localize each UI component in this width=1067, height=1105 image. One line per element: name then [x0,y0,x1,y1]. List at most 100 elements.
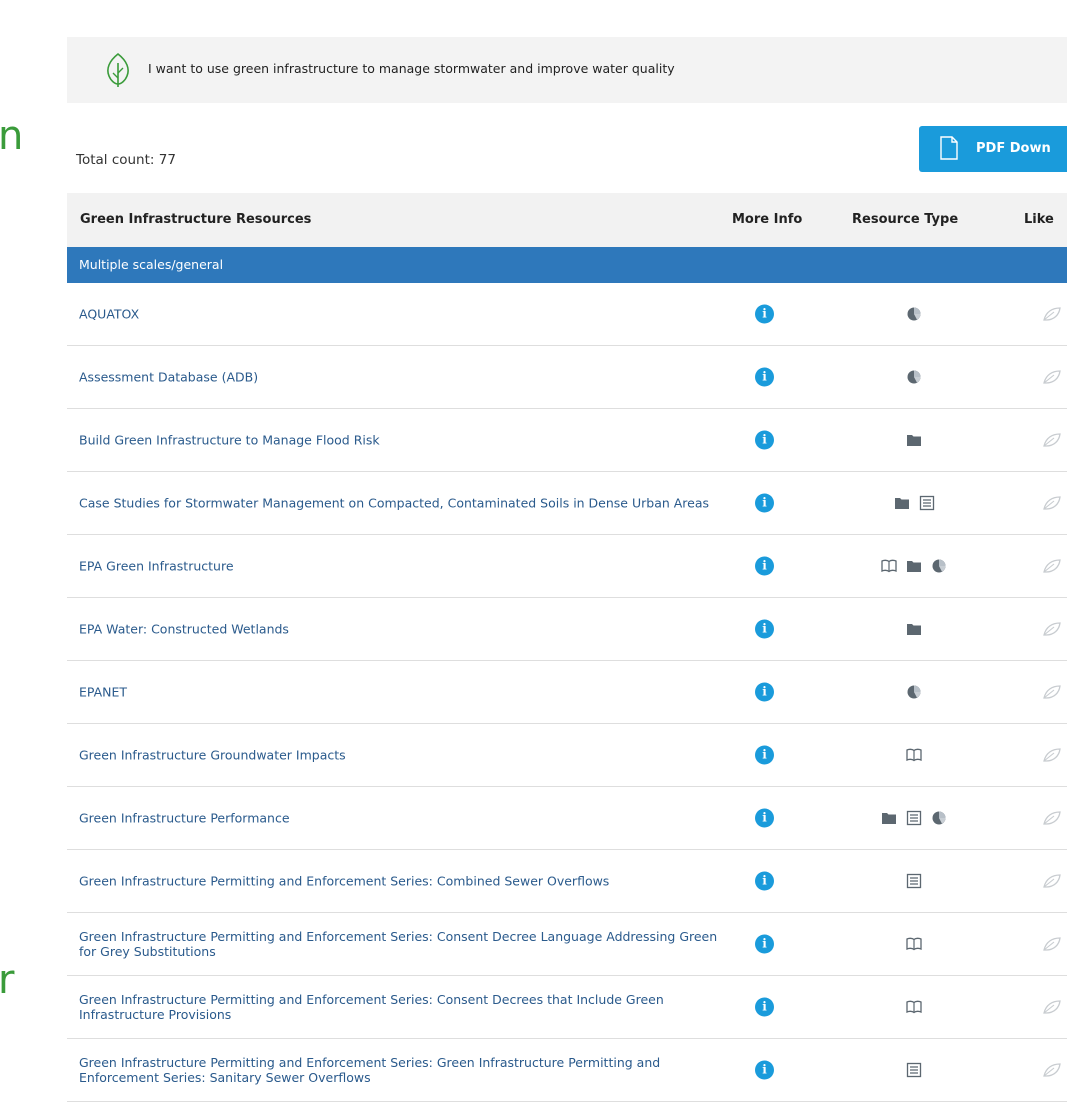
header-more-info: More Info [732,212,803,227]
pdf-download-button[interactable]: PDF Down [919,126,1067,172]
resource-type-icons [829,810,999,826]
resources-table: Green Infrastructure Resources More Info… [67,193,1067,1102]
like-leaf-icon[interactable] [1042,936,1062,952]
resource-type-icons [829,684,999,700]
like-leaf-icon[interactable] [1042,1062,1062,1078]
info-icon[interactable]: i [755,808,774,828]
goal-banner: I want to use green infrastructure to ma… [67,37,1067,103]
like-leaf-icon[interactable] [1042,621,1062,637]
model-icon [907,685,921,699]
like-leaf-icon[interactable] [1042,999,1062,1015]
table-row: Green Infrastructure Permitting and Enfo… [67,976,1067,1039]
info-icon[interactable]: i [755,619,774,639]
resource-link[interactable]: Green Infrastructure Permitting and Enfo… [79,1055,719,1085]
goal-text: I want to use green infrastructure to ma… [148,61,675,76]
table-row: Case Studies for Stormwater Management o… [67,472,1067,535]
like-leaf-icon[interactable] [1042,873,1062,889]
group-label: Multiple scales/general [79,257,224,272]
book-icon [906,748,922,762]
resource-type-icons [829,621,999,637]
table-row: EPANET i [67,661,1067,724]
header-resource-type: Resource Type [852,212,959,227]
like-leaf-icon[interactable] [1042,684,1062,700]
list-document-icon [906,1062,922,1078]
table-row: EPA Water: Constructed Wetlands i [67,598,1067,661]
model-icon [907,307,921,321]
clipped-heading-fragment: n [0,113,24,159]
like-leaf-icon[interactable] [1042,747,1062,763]
folder-icon [907,435,921,446]
resource-type-icons [829,747,999,763]
resource-link[interactable]: EPA Water: Constructed Wetlands [79,622,719,637]
resource-link[interactable]: Build Green Infrastructure to Manage Flo… [79,433,719,448]
info-icon[interactable]: i [755,871,774,891]
info-icon[interactable]: i [755,934,774,954]
like-leaf-icon[interactable] [1042,432,1062,448]
resource-link[interactable]: Case Studies for Stormwater Management o… [79,496,719,511]
resource-link[interactable]: Green Infrastructure Permitting and Enfo… [79,929,719,959]
folder-icon [907,624,921,635]
info-icon[interactable]: i [755,997,774,1017]
resource-type-icons [829,432,999,448]
resource-link[interactable]: Green Infrastructure Groundwater Impacts [79,748,719,763]
table-row: Green Infrastructure Groundwater Impacts… [67,724,1067,787]
table-row: AQUATOX i [67,283,1067,346]
table-row: Green Infrastructure Performance i [67,787,1067,850]
info-icon[interactable]: i [755,367,774,387]
list-document-icon [919,495,934,511]
info-icon[interactable]: i [755,304,774,324]
info-icon[interactable]: i [755,493,774,513]
total-count: Total count: 77 [76,152,176,168]
table-row: Green Infrastructure Permitting and Enfo… [67,1039,1067,1102]
list-document-icon [906,810,922,826]
header-resources: Green Infrastructure Resources [80,212,312,227]
resource-type-icons [829,369,999,385]
resource-type-icons [829,999,999,1015]
book-icon [906,937,922,951]
resource-link[interactable]: Green Infrastructure Permitting and Enfo… [79,992,719,1022]
info-icon[interactable]: i [755,745,774,765]
table-row: Green Infrastructure Permitting and Enfo… [67,850,1067,913]
pdf-download-label: PDF Down [976,141,1051,156]
clipped-heading-fragment: r [0,957,15,1003]
like-leaf-icon[interactable] [1042,369,1062,385]
resource-type-icons [829,558,999,574]
table-row: Build Green Infrastructure to Manage Flo… [67,409,1067,472]
table-row: EPA Green Infrastructure i [67,535,1067,598]
resource-link[interactable]: AQUATOX [79,307,719,322]
document-icon [940,136,958,160]
info-icon[interactable]: i [755,430,774,450]
list-document-icon [906,873,922,889]
folder-icon [882,813,896,824]
resource-link[interactable]: Assessment Database (ADB) [79,370,719,385]
like-leaf-icon[interactable] [1042,810,1062,826]
group-header: Multiple scales/general [67,247,1067,283]
header-like: Like [1024,212,1054,227]
model-icon [932,811,946,825]
info-icon[interactable]: i [755,556,774,576]
info-icon[interactable]: i [755,682,774,702]
model-icon [932,559,946,573]
resource-type-icons [829,936,999,952]
model-icon [907,370,921,384]
resource-type-icons [829,495,999,511]
book-icon [881,559,897,573]
leaf-icon [107,52,129,87]
like-leaf-icon[interactable] [1042,306,1062,322]
resource-link[interactable]: Green Infrastructure Performance [79,811,719,826]
resource-type-icons [829,306,999,322]
folder-icon [907,561,921,572]
book-icon [906,1000,922,1014]
resource-link[interactable]: Green Infrastructure Permitting and Enfo… [79,874,719,889]
resource-link[interactable]: EPANET [79,685,719,700]
table-header: Green Infrastructure Resources More Info… [67,193,1067,247]
table-row: Assessment Database (ADB) i [67,346,1067,409]
like-leaf-icon[interactable] [1042,558,1062,574]
table-row: Green Infrastructure Permitting and Enfo… [67,913,1067,976]
folder-icon [894,498,909,509]
like-leaf-icon[interactable] [1042,495,1062,511]
resource-link[interactable]: EPA Green Infrastructure [79,559,719,574]
resource-type-icons [829,873,999,889]
info-icon[interactable]: i [755,1060,774,1080]
resource-type-icons [829,1062,999,1078]
